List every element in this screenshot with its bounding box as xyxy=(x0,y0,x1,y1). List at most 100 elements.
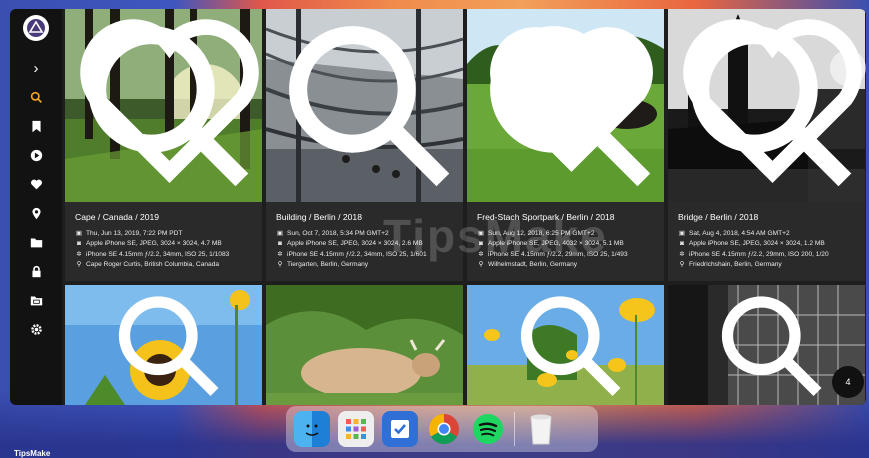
photo-card[interactable] xyxy=(266,285,463,405)
reminders-icon[interactable] xyxy=(382,411,418,447)
favorite-heart-icon[interactable] xyxy=(71,9,262,196)
photo-thumbnail[interactable] xyxy=(668,9,865,202)
app-logo[interactable] xyxy=(23,15,49,41)
aperture-icon: ✲ xyxy=(277,250,283,258)
heart-icon xyxy=(30,179,42,189)
camera-icon: ◙ xyxy=(479,240,483,248)
aperture-icon: ✲ xyxy=(76,250,82,258)
location-pin-icon: ⚲ xyxy=(679,261,685,269)
photo-date: Sun, Aug 12, 2018, 6:25 PM GMT+2 xyxy=(488,230,595,237)
photo-title[interactable]: Bridge / Berlin / 2018 xyxy=(678,212,855,222)
trash-icon[interactable] xyxy=(523,411,559,447)
favorite-heart-icon[interactable] xyxy=(473,9,664,196)
photo-info: Fred-Stach Sportpark / Berlin / 2018 ▣ Su… xyxy=(467,202,664,281)
cow-photo xyxy=(266,285,463,405)
spotify-icon[interactable] xyxy=(470,411,506,447)
sidebar: › xyxy=(10,9,62,405)
photo-lens: iPhone SE 4.15mm ƒ/2.2, 34mm, ISO 25, 1/… xyxy=(86,250,230,258)
nav-albums[interactable] xyxy=(25,115,47,137)
photo-thumbnail[interactable] xyxy=(65,285,262,405)
nav-settings[interactable] xyxy=(25,318,47,340)
aperture-icon: ✲ xyxy=(478,250,484,258)
brand-label: TipsMake xyxy=(14,449,51,458)
nav-favorites[interactable] xyxy=(25,173,47,195)
photo-info: Cape / Canada / 2019 ▣ Thu, Jun 13, 2019,… xyxy=(65,202,262,281)
photo-place: Tiergarten, Berlin, Germany xyxy=(287,261,369,269)
launchpad-icon[interactable] xyxy=(338,411,374,447)
photo-title[interactable]: Fred-Stach Sportpark / Berlin / 2018 xyxy=(477,212,654,222)
photo-title[interactable]: Building / Berlin / 2018 xyxy=(276,212,453,222)
photo-place: Cape Roger Curtis, British Columbia, Can… xyxy=(86,261,220,269)
location-pin-icon: ⚲ xyxy=(76,261,82,269)
photo-thumbnail[interactable] xyxy=(65,9,262,202)
camera-icon: ◙ xyxy=(278,240,282,248)
photo-thumbnail[interactable] xyxy=(467,9,664,202)
play-icon xyxy=(30,149,42,161)
photo-card[interactable]: Building / Berlin / 2018 ▣ Sun, Oct 7, 20… xyxy=(266,9,463,281)
chevron-right-icon: › xyxy=(33,59,39,77)
scroll-to-top-button[interactable]: ↑ xyxy=(830,50,866,86)
photo-thumbnail[interactable] xyxy=(467,285,664,405)
bookmark-icon xyxy=(31,120,41,132)
calendar-icon: ▣ xyxy=(477,230,485,237)
gear-icon xyxy=(30,323,42,335)
logo-icon xyxy=(27,19,45,37)
dock-separator xyxy=(514,412,515,446)
photo-date: Sun, Oct 7, 2018, 5:34 PM GMT+2 xyxy=(287,230,389,237)
search-icon xyxy=(30,91,42,103)
photo-lens: iPhone SE 4.15mm ƒ/2.2, 29mm, ISO 200, 1… xyxy=(689,250,829,258)
photo-lens: iPhone SE 4.15mm ƒ/2.2, 34mm, ISO 25, 1/… xyxy=(287,250,427,258)
photo-card[interactable] xyxy=(65,285,262,405)
finder-icon[interactable] xyxy=(294,411,330,447)
photo-camera: Apple iPhone SE, JPEG, 3024 × 3024, 4.7 … xyxy=(86,240,222,248)
photo-info: Bridge / Berlin / 2018 ▣ Sat, Aug 4, 2018… xyxy=(668,202,865,281)
selection-count-button[interactable]: 4 xyxy=(832,366,864,398)
launchpad-grid-glyph xyxy=(346,419,366,439)
photo-lens: iPhone SE 4.15mm ƒ/2.2, 29mm, ISO 25, 1/… xyxy=(488,250,628,258)
library-icon xyxy=(30,295,42,305)
favorite-heart-icon[interactable] xyxy=(674,9,865,196)
nav-search[interactable] xyxy=(25,86,47,108)
nav-folders[interactable] xyxy=(25,231,47,253)
photo-card[interactable] xyxy=(467,285,664,405)
photo-card[interactable]: Fred-Stach Sportpark / Berlin / 2018 ▣ Su… xyxy=(467,9,664,281)
zoom-icon[interactable] xyxy=(71,287,262,405)
lock-icon xyxy=(31,265,41,277)
photo-place: Wilhelmstadt, Berlin, Germany xyxy=(488,261,578,269)
photo-thumbnail[interactable] xyxy=(266,285,463,405)
calendar-icon: ▣ xyxy=(678,230,686,237)
zoom-icon[interactable] xyxy=(272,11,463,202)
location-pin-icon: ⚲ xyxy=(277,261,283,269)
photo-date: Sat, Aug 4, 2018, 4:54 AM GMT+2 xyxy=(689,230,790,237)
photo-place: Friedrichshain, Berlin, Germany xyxy=(689,261,782,269)
photo-camera: Apple iPhone SE, JPEG, 3024 × 3024, 1.2 … xyxy=(689,240,825,248)
camera-icon: ◙ xyxy=(77,240,81,248)
photo-title[interactable]: Cape / Canada / 2019 xyxy=(75,212,252,222)
checklist-glyph xyxy=(391,420,409,438)
photo-camera: Apple iPhone SE, JPEG, 3024 × 3024, 2.6 … xyxy=(287,240,423,248)
camera-icon: ◙ xyxy=(680,240,684,248)
calendar-icon: ▣ xyxy=(276,230,284,237)
chrome-icon[interactable] xyxy=(426,411,462,447)
finder-face-glyph xyxy=(305,424,319,436)
calendar-icon: ▣ xyxy=(75,230,83,237)
photo-camera: Apple iPhone SE, JPEG, 4032 × 3024, 5.1 … xyxy=(488,240,624,248)
nav-private[interactable] xyxy=(25,260,47,282)
expand-sidebar-button[interactable]: › xyxy=(25,57,47,79)
nav-library[interactable] xyxy=(25,289,47,311)
folder-icon xyxy=(30,237,42,247)
spotify-logo-glyph xyxy=(473,414,503,444)
zoom-icon[interactable] xyxy=(473,287,664,405)
location-pin-icon: ⚲ xyxy=(478,261,484,269)
photo-app-window: › Cape / Canada / 2019 ▣ Thu, Jun 13, 20… xyxy=(10,9,866,405)
chrome-logo-glyph xyxy=(428,414,459,445)
nav-places[interactable] xyxy=(25,202,47,224)
photo-thumbnail[interactable] xyxy=(266,9,463,202)
aperture-icon: ✲ xyxy=(679,250,685,258)
photo-card[interactable]: Cape / Canada / 2019 ▣ Thu, Jun 13, 2019,… xyxy=(65,9,262,281)
nav-videos[interactable] xyxy=(25,144,47,166)
location-pin-icon xyxy=(31,207,41,219)
photo-card[interactable]: Bridge / Berlin / 2018 ▣ Sat, Aug 4, 2018… xyxy=(668,9,865,281)
photo-info: Building / Berlin / 2018 ▣ Sun, Oct 7, 20… xyxy=(266,202,463,281)
dock xyxy=(286,406,598,452)
